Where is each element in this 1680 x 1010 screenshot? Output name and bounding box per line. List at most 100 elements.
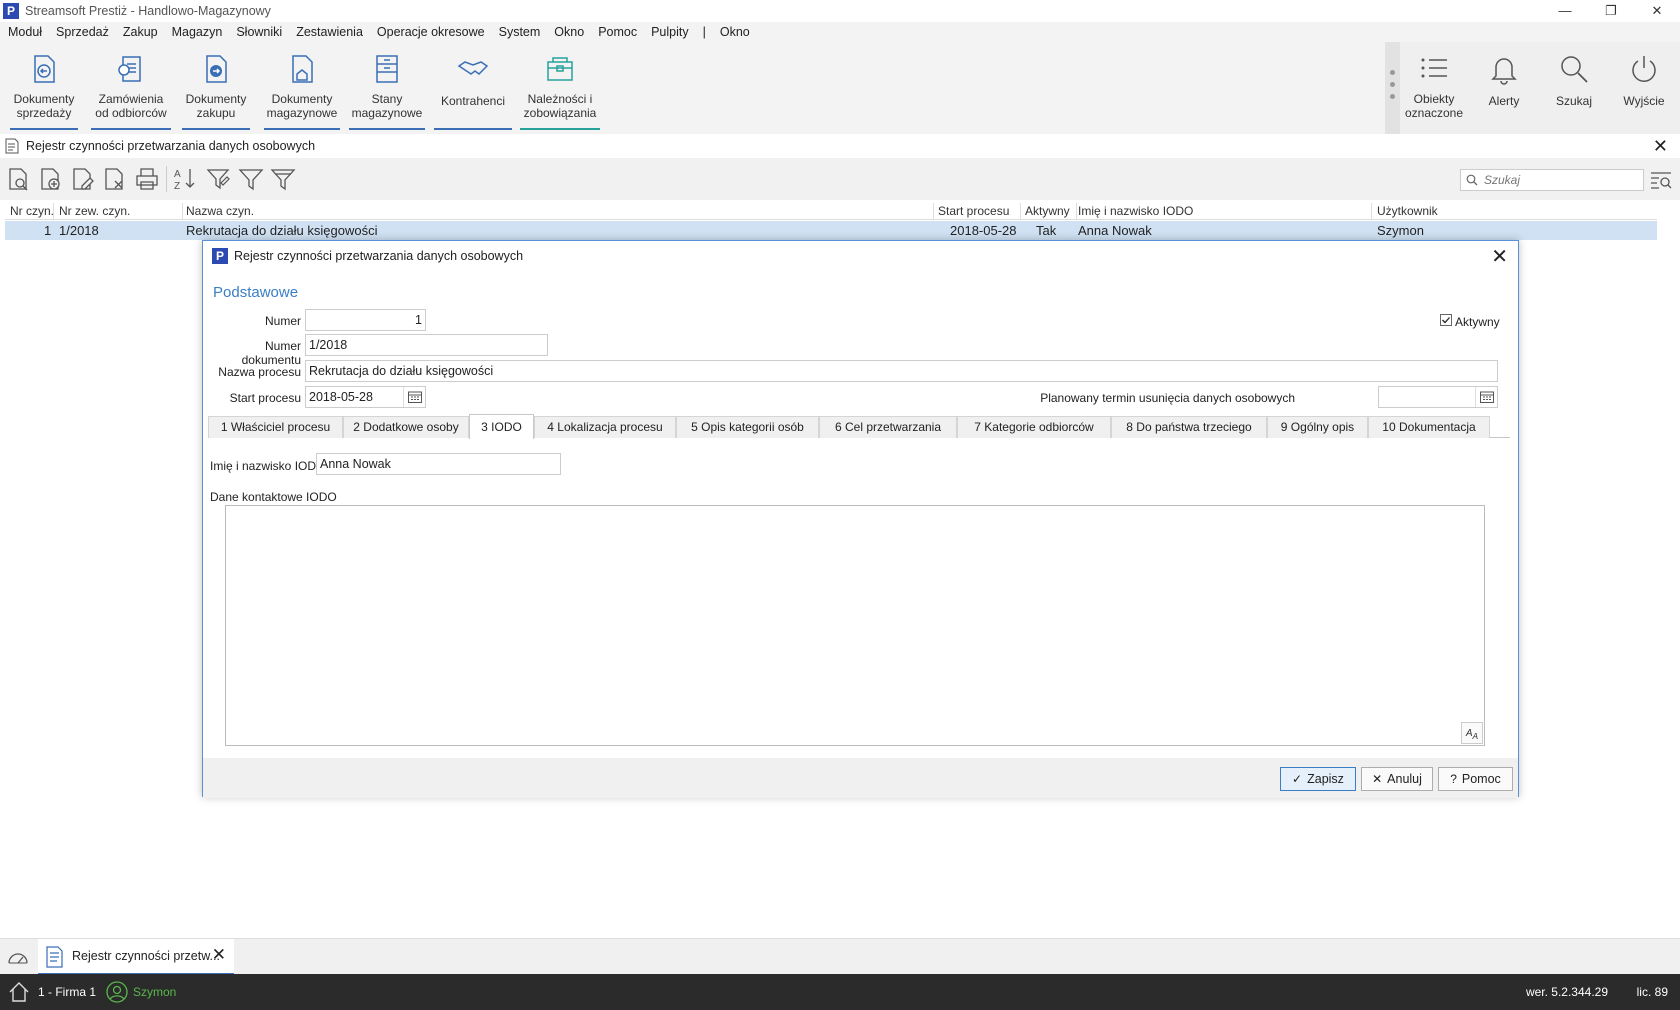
filter-icon[interactable] (238, 166, 264, 192)
register-dialog: P Rejestr czynności przetwarzania danych… (202, 240, 1519, 798)
preview-document-icon[interactable] (6, 166, 32, 192)
dialog-footer: ✓ Zapisz ✕ Anuluj ? Pomoc (203, 758, 1518, 798)
col-iodo[interactable]: Imię i nazwisko IODO (1078, 204, 1193, 218)
numer-dokumentu-input[interactable]: 1/2018 (305, 334, 548, 356)
menu-item-sprzedaz[interactable]: Sprzedaż (56, 25, 109, 39)
menu-item-pulpity[interactable]: Pulpity (651, 25, 689, 39)
ribbon-naleznosci-zobowiazania[interactable]: Należności i zobowiązania (520, 48, 600, 130)
task-tab-close[interactable]: ✕ (212, 945, 226, 965)
col-aktywny[interactable]: Aktywny (1025, 204, 1070, 218)
checkmark-icon (1442, 317, 1450, 324)
tab-do-panstwa-trzeciego[interactable]: 8 Do państwa trzeciego (1111, 416, 1267, 438)
menu-item-system[interactable]: System (499, 25, 541, 39)
tab-dokumentacja[interactable]: 10 Dokumentacja (1368, 416, 1490, 438)
restore-button[interactable]: ❐ (1588, 0, 1634, 22)
print-icon[interactable] (134, 166, 160, 192)
ribbon-obiekty-oznaczone[interactable]: Obiekty oznaczone (1402, 48, 1466, 130)
app-logo-icon: P (3, 3, 19, 19)
menu-item-modul[interactable]: Moduł (8, 25, 42, 39)
menu-separator: | (702, 25, 706, 39)
task-tab-register[interactable]: Rejestr czynności przetw... ✕ (38, 939, 234, 975)
help-button[interactable]: ? Pomoc (1438, 767, 1513, 791)
iodo-contact-textarea[interactable]: AA (225, 505, 1485, 746)
ribbon-szukaj[interactable]: Szukaj (1546, 48, 1602, 130)
search-box[interactable]: Szukaj (1460, 169, 1644, 191)
filter-edit-icon[interactable] (206, 166, 232, 192)
menu-item-magazyn[interactable]: Magazyn (172, 25, 223, 39)
nazwa-procesu-input[interactable]: Rekrutacja do działu księgowości (305, 360, 1498, 382)
ribbon-dokumenty-zakupu[interactable]: Dokumenty zakupu (182, 48, 250, 130)
tab-lokalizacja-procesu[interactable]: 4 Lokalizacja procesu (534, 416, 676, 438)
tab-opis-kategorii-osob[interactable]: 5 Opis kategorii osób (676, 416, 819, 438)
planowany-termin-label: Planowany termin usunięcia danych osobow… (1040, 391, 1295, 405)
start-procesu-input[interactable]: 2018-05-28 (305, 386, 426, 408)
save-button[interactable]: ✓ Zapisz (1280, 767, 1356, 791)
menu-item-okno[interactable]: Okno (554, 25, 584, 39)
iodo-name-input[interactable]: Anna Nowak (316, 453, 561, 475)
svg-text:Z: Z (174, 181, 180, 192)
delete-document-icon[interactable] (102, 166, 128, 192)
tab-ogolny-opis[interactable]: 9 Ogólny opis (1267, 416, 1368, 438)
close-window-button[interactable]: ✕ (1634, 0, 1680, 22)
sort-az-icon[interactable]: AZ (172, 166, 198, 192)
dialog-close-button[interactable]: ✕ (1491, 244, 1508, 269)
sales-document-icon (34, 55, 55, 83)
start-calendar-button[interactable] (403, 387, 425, 407)
menu-item-okno-2[interactable]: Okno (720, 25, 750, 39)
user-icon (106, 981, 128, 1003)
home-icon[interactable] (7, 980, 31, 1004)
tab-wlasciciel-procesu[interactable]: 1 Właściciel procesu (208, 416, 343, 438)
menu-item-zestawienia[interactable]: Zestawienia (296, 25, 363, 39)
col-nr-czyn[interactable]: Nr czyn. (10, 204, 54, 218)
aktywny-label: Aktywny (1455, 315, 1500, 329)
menu-item-zakup[interactable]: Zakup (123, 25, 158, 39)
ribbon-stany-magazynowe[interactable]: Stany magazynowe (349, 48, 425, 130)
edit-document-icon[interactable] (70, 166, 96, 192)
grid-toolbar: AZ Szukaj (0, 158, 1680, 200)
bell-icon (1491, 58, 1517, 85)
cancel-button[interactable]: ✕ Anuluj (1361, 767, 1433, 791)
menu-item-operacje[interactable]: Operacje okresowe (377, 25, 485, 39)
tab-kategorie-odbiorcow[interactable]: 7 Kategorie odbiorców (957, 416, 1111, 438)
minimize-button[interactable]: — (1542, 0, 1588, 22)
section-title: Podstawowe (213, 284, 299, 301)
col-start-procesu[interactable]: Start procesu (938, 204, 1009, 218)
menu-item-pomoc[interactable]: Pomoc (598, 25, 637, 39)
ribbon-alerty[interactable]: Alerty (1476, 48, 1532, 130)
svg-text:A: A (174, 169, 181, 180)
tab-iodo[interactable]: 3 IODO (469, 414, 534, 439)
filter-clear-icon[interactable] (270, 166, 296, 192)
ribbon-wyjscie[interactable]: Wyjście (1616, 48, 1672, 130)
tab-dodatkowe-osoby[interactable]: 2 Dodatkowe osoby (343, 416, 469, 438)
stock-levels-icon (376, 55, 398, 83)
col-nazwa-czyn[interactable]: Nazwa czyn. (186, 204, 254, 218)
firm-label[interactable]: 1 - Firma 1 (38, 985, 96, 999)
ribbon-kontrahenci[interactable]: Kontrahenci (434, 48, 512, 130)
planowany-termin-input[interactable] (1378, 386, 1498, 408)
dashboard-gauge-icon[interactable] (7, 948, 29, 966)
ribbon: Dokumenty sprzedaży Zamówienia od odbior… (0, 42, 1680, 134)
ribbon-grip[interactable] (1385, 42, 1400, 134)
font-format-icon[interactable]: AA (1461, 722, 1483, 744)
menu-item-slowniki[interactable]: Słowniki (236, 25, 282, 39)
user-label[interactable]: Szymon (133, 985, 176, 999)
ribbon-zamowienia-od-odbiorcow[interactable]: Zamówienia od odbiorców (91, 48, 171, 130)
col-uzytkownik[interactable]: Użytkownik (1377, 204, 1438, 218)
register-document-icon (5, 138, 19, 154)
tab-cel-przetwarzania[interactable]: 6 Cel przetwarzania (819, 416, 957, 438)
aktywny-checkbox[interactable] (1440, 314, 1452, 326)
cell-uzytkownik: Szymon (1377, 223, 1424, 238)
table-row[interactable]: 1 1/2018 Rekrutacja do działu księgowośc… (5, 221, 1657, 240)
add-document-icon[interactable] (38, 166, 64, 192)
window-title: Streamsoft Prestiż - Handlowo-Magazynowy (25, 4, 271, 18)
col-nr-zew-czyn[interactable]: Nr zew. czyn. (59, 204, 130, 218)
ribbon-dokumenty-sprzedazy[interactable]: Dokumenty sprzedaży (10, 48, 78, 130)
ribbon-dokumenty-magazynowe[interactable]: Dokumenty magazynowe (264, 48, 340, 130)
calendar-icon (408, 391, 422, 403)
nazwa-procesu-label: Nazwa procesu (218, 365, 301, 379)
numer-input[interactable]: 1 (305, 309, 426, 331)
start-procesu-label: Start procesu (229, 391, 301, 405)
planowany-calendar-button[interactable] (1475, 387, 1497, 407)
advanced-search-icon[interactable] (1650, 170, 1672, 190)
close-document-button[interactable]: ✕ (1653, 136, 1668, 157)
